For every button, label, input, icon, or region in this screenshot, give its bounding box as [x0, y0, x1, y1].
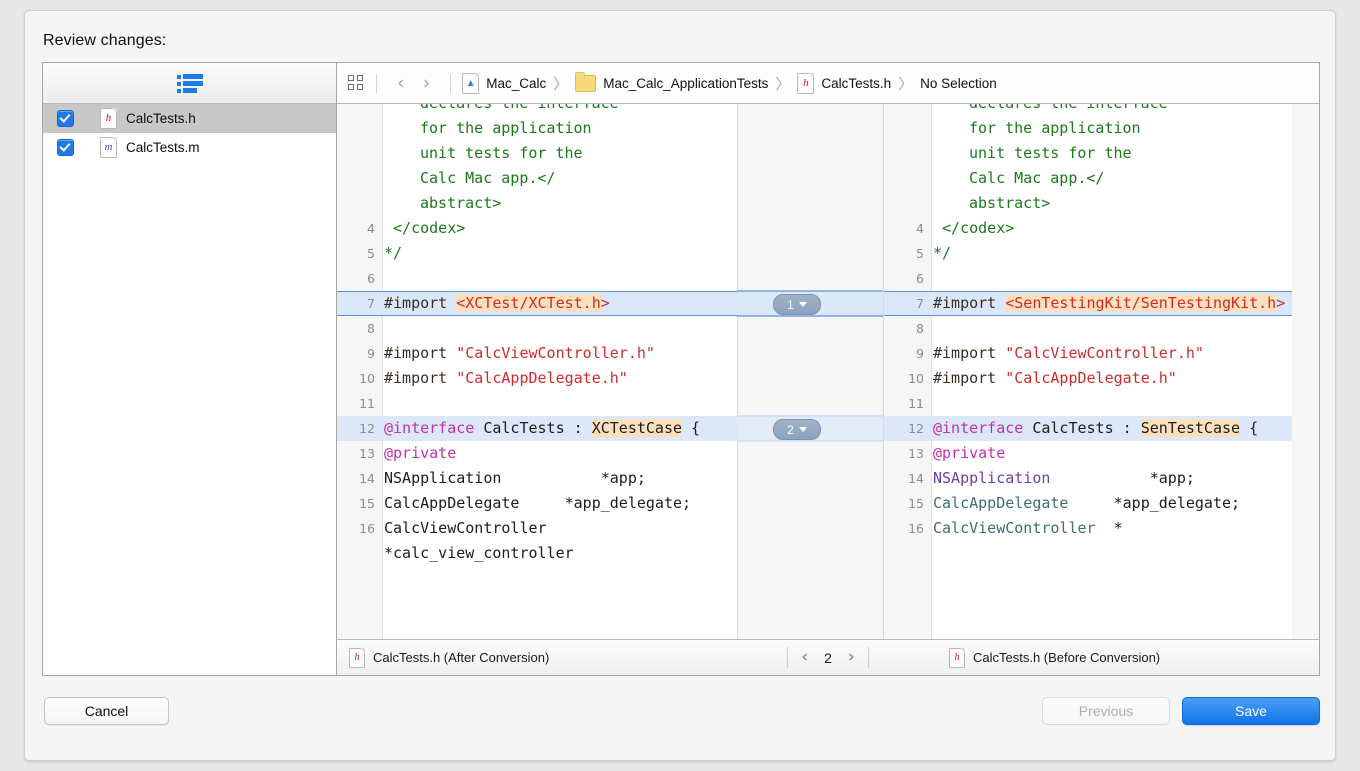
- footer-file-label: CalcTests.h (After Conversion): [373, 650, 549, 665]
- footer-file-before[interactable]: h CalcTests.h (Before Conversion): [937, 648, 1319, 668]
- breadcrumb-separator: 〉: [553, 73, 568, 94]
- cancel-button[interactable]: Cancel: [44, 697, 169, 725]
- folder-icon: [575, 75, 596, 92]
- file-checkbox[interactable]: [57, 110, 74, 127]
- diff-connector-lines: [337, 104, 1319, 640]
- change-badge-label: 1: [787, 298, 794, 312]
- breadcrumb-item-folder[interactable]: Mac_Calc_ApplicationTests: [575, 75, 768, 92]
- h-file-icon: h: [349, 648, 365, 668]
- divider: [376, 74, 377, 93]
- chevron-down-icon: [799, 302, 807, 307]
- change-badge-2[interactable]: 2: [773, 419, 821, 440]
- code-diff-area: declares the interfacefor the applicatio…: [337, 104, 1319, 640]
- h-file-icon: h: [100, 108, 117, 129]
- change-index: 2: [821, 650, 835, 666]
- breadcrumb-item-selection[interactable]: No Selection: [920, 76, 997, 91]
- project-file-icon: ▲: [462, 73, 479, 94]
- previous-change-button[interactable]: ‹: [788, 649, 821, 666]
- page-title: Review changes:: [43, 32, 166, 50]
- save-button[interactable]: Save: [1182, 697, 1320, 725]
- file-name: CalcTests.m: [126, 140, 200, 155]
- file-list-header: [43, 63, 336, 104]
- breadcrumb-separator: 〉: [775, 73, 790, 94]
- h-file-icon: h: [949, 648, 965, 668]
- divider: [868, 647, 869, 668]
- breadcrumb-label: Mac_Calc_ApplicationTests: [603, 76, 768, 91]
- list-item[interactable]: h CalcTests.h: [43, 104, 336, 133]
- footer-file-after[interactable]: h CalcTests.h (After Conversion): [337, 648, 549, 668]
- next-change-button[interactable]: ›: [835, 649, 868, 666]
- file-list-pane: h CalcTests.h m CalcTests.m: [43, 63, 337, 675]
- list-view-icon[interactable]: [177, 74, 203, 92]
- breadcrumb-label: Mac_Calc: [486, 76, 546, 91]
- forward-arrow-icon[interactable]: ›: [414, 74, 440, 93]
- breadcrumb-label: CalcTests.h: [821, 76, 891, 91]
- breadcrumb: ‹ › ▲ Mac_Calc 〉 Mac_Calc_ApplicationTes…: [337, 63, 1319, 104]
- divider: [450, 74, 451, 93]
- file-name: CalcTests.h: [126, 111, 196, 126]
- change-badge-1[interactable]: 1: [773, 294, 821, 315]
- breadcrumb-item-project[interactable]: ▲ Mac_Calc: [462, 73, 546, 94]
- review-changes-dialog: Review changes: h CalcTests.h: [24, 10, 1336, 761]
- list-item[interactable]: m CalcTests.m: [43, 133, 336, 162]
- grid-view-icon[interactable]: [348, 75, 365, 92]
- breadcrumb-separator: 〉: [898, 73, 913, 94]
- diff-footer: h CalcTests.h (After Conversion) ‹ 2 › h…: [337, 640, 1319, 675]
- footer-file-label: CalcTests.h (Before Conversion): [973, 650, 1160, 665]
- previous-button[interactable]: Previous: [1042, 697, 1170, 725]
- review-panel: h CalcTests.h m CalcTests.m ‹ ›: [42, 62, 1320, 676]
- diff-pane: ‹ › ▲ Mac_Calc 〉 Mac_Calc_ApplicationTes…: [337, 63, 1319, 675]
- m-file-icon: m: [100, 137, 117, 158]
- file-rows: h CalcTests.h m CalcTests.m: [43, 104, 336, 675]
- change-badge-label: 2: [787, 423, 794, 437]
- back-arrow-icon[interactable]: ‹: [388, 74, 414, 93]
- chevron-down-icon: [799, 427, 807, 432]
- breadcrumb-label: No Selection: [920, 76, 997, 91]
- h-file-icon: h: [797, 73, 814, 94]
- file-checkbox[interactable]: [57, 139, 74, 156]
- breadcrumb-item-file[interactable]: h CalcTests.h: [797, 73, 891, 94]
